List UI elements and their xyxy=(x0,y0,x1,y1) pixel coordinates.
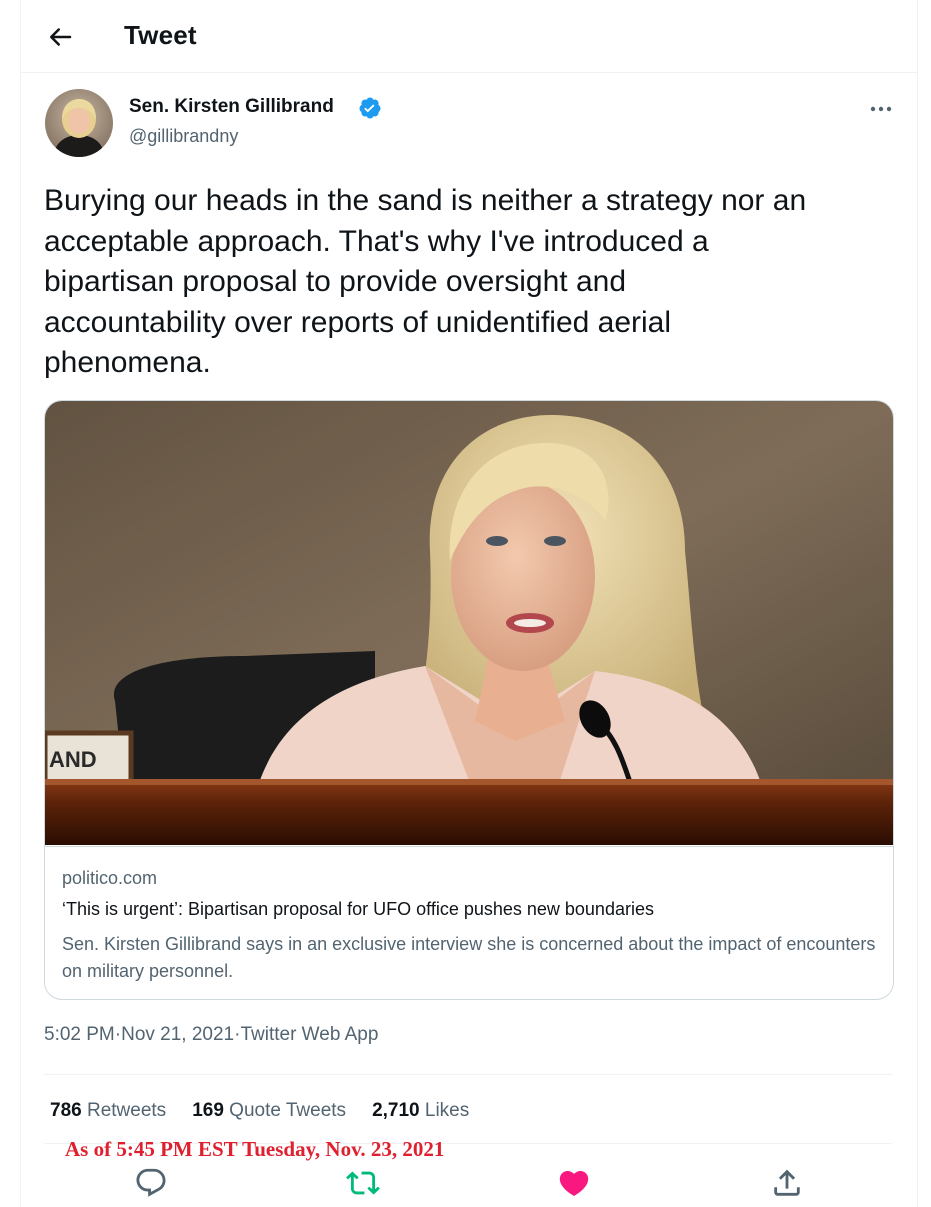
tweet-source[interactable]: Twitter Web App xyxy=(240,1024,378,1046)
quote-tweets-stat[interactable]: 169 Quote Tweets xyxy=(192,1100,346,1122)
share-icon xyxy=(774,1169,800,1196)
arrow-left-icon xyxy=(50,28,72,46)
author-name[interactable]: Sen. Kirsten Gillibrand xyxy=(129,96,334,118)
like-button[interactable] xyxy=(557,1166,591,1200)
tweet-meta: 5:02 PM · Nov 21, 2021 · Twitter Web App xyxy=(44,1024,378,1046)
nameplate-text: AND xyxy=(49,747,97,772)
quote-tweets-label: Quote Tweets xyxy=(229,1100,347,1121)
reply-button[interactable] xyxy=(134,1166,168,1200)
back-button[interactable] xyxy=(45,22,75,52)
retweet-button[interactable] xyxy=(346,1166,380,1200)
card-photo: AND xyxy=(45,401,893,845)
retweets-stat[interactable]: 786 Retweets xyxy=(50,1100,166,1122)
tweet-date[interactable]: Nov 21, 2021 xyxy=(121,1024,234,1046)
retweets-count: 786 xyxy=(50,1100,82,1121)
heart-icon xyxy=(559,1170,589,1196)
likes-label: Likes xyxy=(424,1100,470,1121)
divider xyxy=(44,1074,892,1075)
card-description: Sen. Kirsten Gillibrand says in an exclu… xyxy=(62,934,876,981)
tweet-page: Tweet Sen. Kirsten Gillibrand @gillibran… xyxy=(20,0,918,1207)
retweet-icon xyxy=(346,1171,380,1195)
verified-badge-icon xyxy=(358,96,382,120)
reply-icon xyxy=(136,1168,166,1197)
avatar[interactable] xyxy=(45,89,113,157)
card-domain: politico.com xyxy=(62,868,158,888)
card-body: politico.com ‘This is urgent’: Bipartisa… xyxy=(45,846,893,999)
link-card[interactable]: AND politico.com ‘This is urgent’: Bipar… xyxy=(44,400,894,1000)
likes-stat[interactable]: 2,710 Likes xyxy=(372,1100,469,1122)
likes-count: 2,710 xyxy=(372,1100,420,1121)
author-handle[interactable]: @gillibrandny xyxy=(129,126,238,147)
more-options-button[interactable] xyxy=(867,96,895,122)
page-header: Tweet xyxy=(21,0,917,73)
page-title: Tweet xyxy=(124,20,197,50)
annotation-overlay: As of 5:45 PM EST Tuesday, Nov. 23, 2021 xyxy=(65,1137,445,1161)
tweet-time[interactable]: 5:02 PM xyxy=(44,1024,115,1046)
avatar-image xyxy=(45,89,113,157)
more-icon xyxy=(870,106,892,112)
retweets-label: Retweets xyxy=(86,1100,167,1121)
quote-tweets-count: 169 xyxy=(192,1100,224,1121)
tweet-stats: 786 Retweets 169 Quote Tweets 2,710 Likes xyxy=(50,1100,495,1122)
tweet-text: Burying our heads in the sand is neither… xyxy=(44,184,807,379)
card-title: ‘This is urgent’: Bipartisan proposal fo… xyxy=(62,899,654,919)
share-button[interactable] xyxy=(770,1166,804,1200)
